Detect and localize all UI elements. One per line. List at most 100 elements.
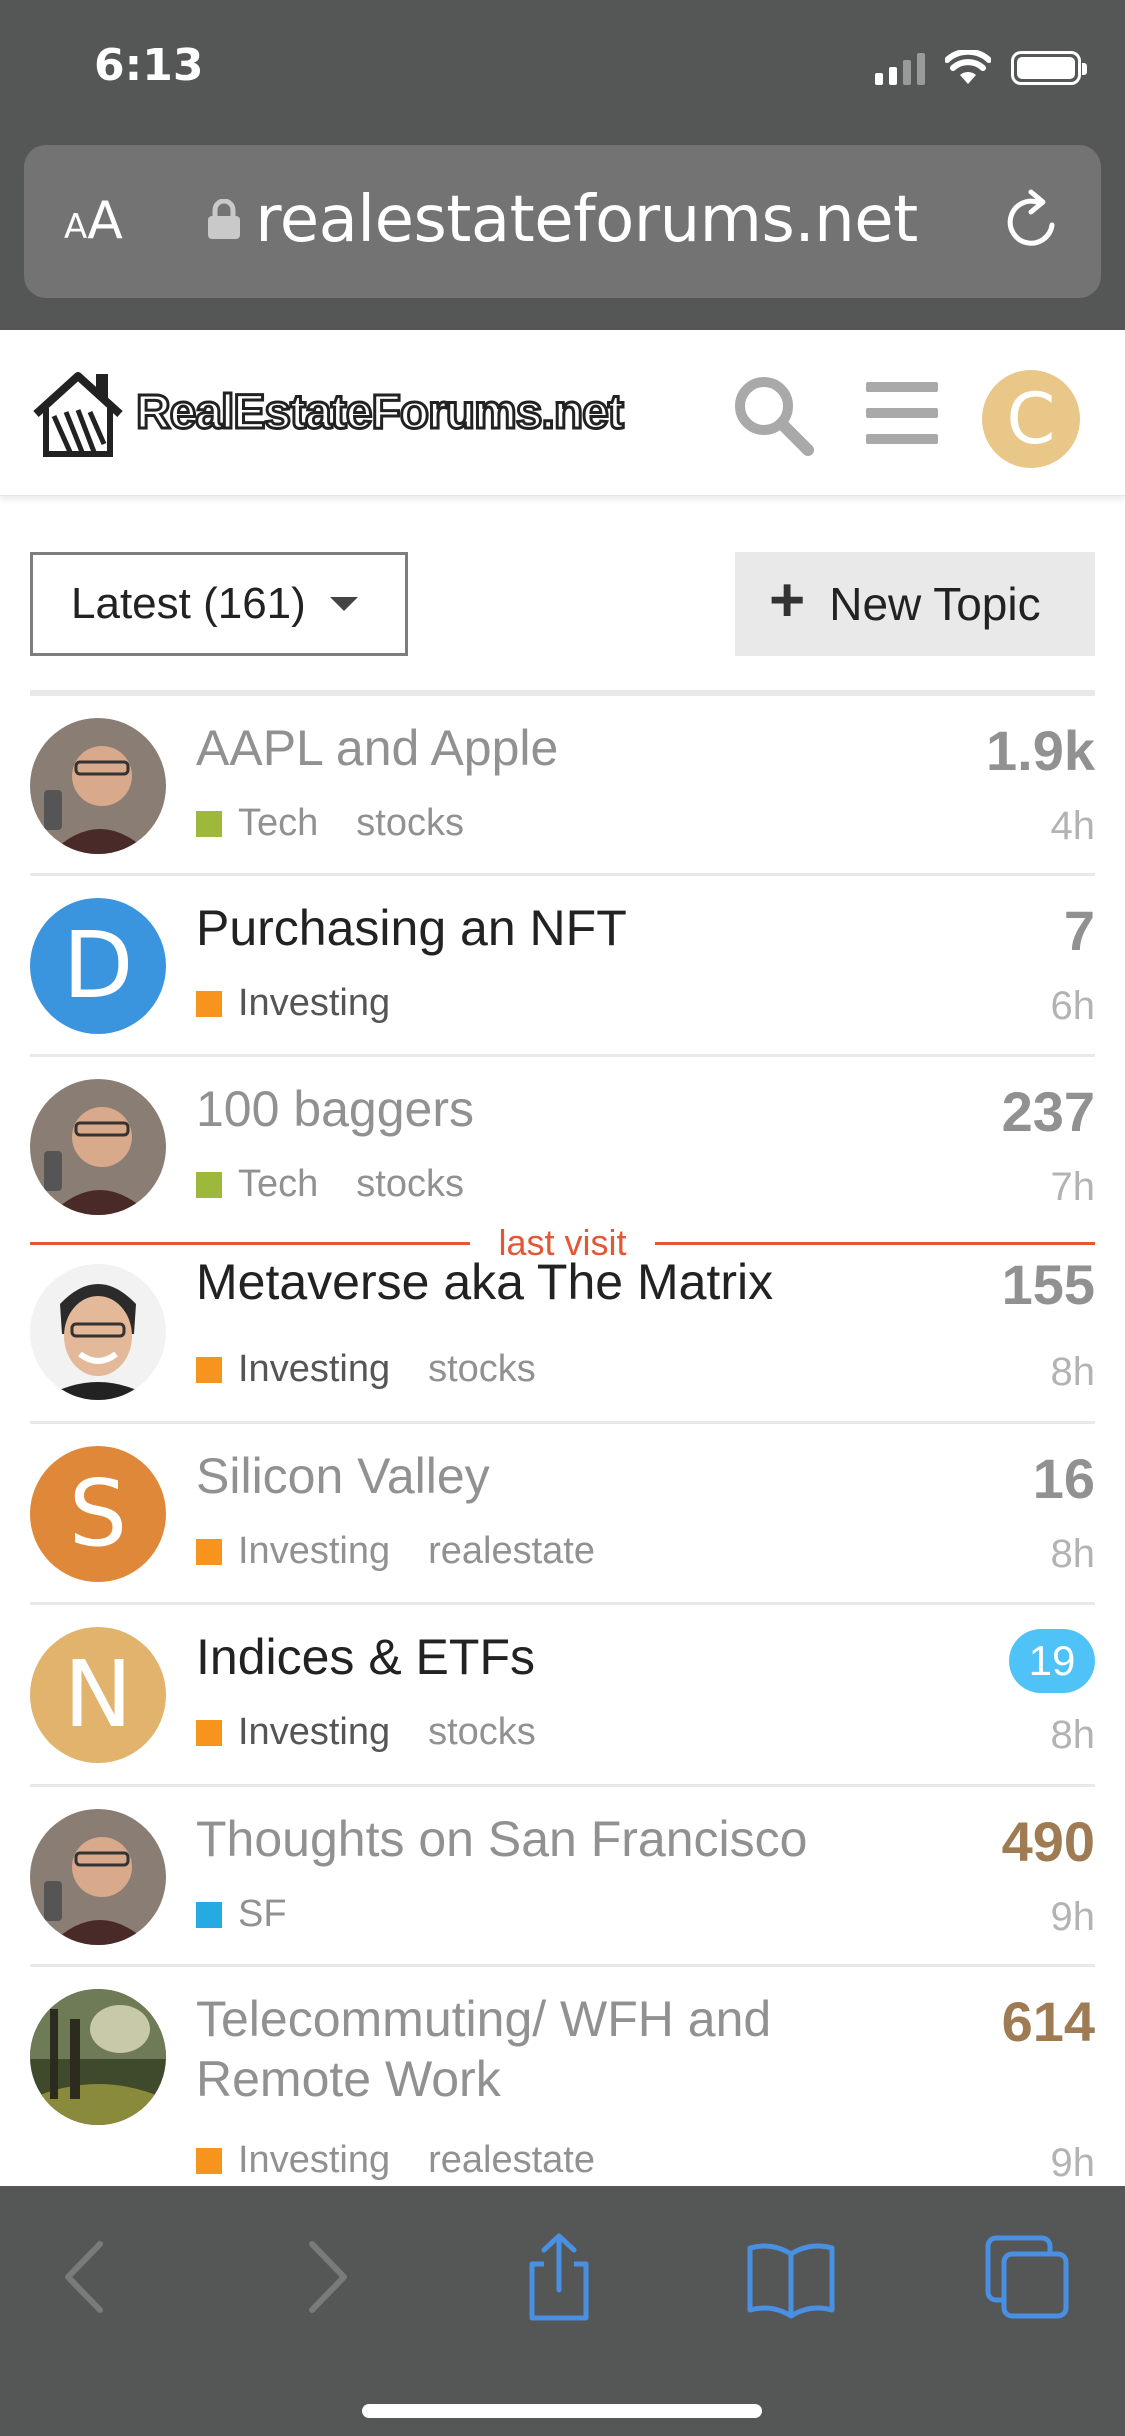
- topic-row[interactable]: D Purchasing an NFT Investing 7 6h: [30, 876, 1095, 1057]
- caret-down-icon: [329, 597, 358, 611]
- topic-title-line-1[interactable]: Telecommuting/ WFH and: [196, 1989, 771, 2049]
- topic-category[interactable]: SF: [238, 1893, 287, 1936]
- activity-age[interactable]: 8h: [1051, 1532, 1096, 1577]
- topic-category[interactable]: Tech: [238, 802, 318, 845]
- avatar[interactable]: D: [30, 898, 166, 1034]
- reply-count[interactable]: 16: [1033, 1446, 1095, 1511]
- bookmarks-icon[interactable]: [746, 2232, 836, 2322]
- topic-tag[interactable]: stocks: [428, 1348, 536, 1391]
- new-topic-button[interactable]: + New Topic: [735, 552, 1095, 656]
- url-field[interactable]: realestateforums.net: [24, 183, 1101, 257]
- topic-row[interactable]: Telecommuting/ WFH and Remote Work Inves…: [30, 1967, 1095, 2197]
- address-bar[interactable]: AA realestateforums.net: [24, 145, 1101, 298]
- topic-row[interactable]: AAPL and Apple Tech stocks 1.9k 4h: [30, 696, 1095, 876]
- avatar[interactable]: N: [30, 1627, 166, 1763]
- status-icons: [875, 48, 1087, 88]
- topic-meta: Tech stocks: [196, 1163, 464, 1206]
- topic-row[interactable]: 100 baggers Tech stocks 237 7h: [30, 1057, 1095, 1237]
- share-icon[interactable]: [514, 2232, 604, 2322]
- latest-filter-label: Latest (161): [71, 579, 306, 628]
- home-indicator[interactable]: [362, 2404, 762, 2418]
- reply-count[interactable]: 237: [1002, 1079, 1095, 1144]
- forward-icon[interactable]: [280, 2232, 370, 2322]
- topic-meta: Investing realestate: [196, 1530, 595, 1573]
- topic-title[interactable]: AAPL and Apple: [196, 718, 558, 778]
- battery-icon: [1011, 51, 1087, 85]
- reply-count[interactable]: 155: [1002, 1252, 1095, 1317]
- avatar[interactable]: S: [30, 1446, 166, 1582]
- topic-tag[interactable]: realestate: [428, 2139, 595, 2182]
- topic-meta: Investing stocks: [196, 1711, 536, 1754]
- back-icon[interactable]: [42, 2232, 132, 2322]
- latest-filter-dropdown[interactable]: Latest (161): [30, 552, 408, 656]
- cellular-signal-icon: [875, 51, 925, 85]
- site-header: RealEstateForums.net C: [0, 330, 1125, 496]
- topic-title[interactable]: 100 baggers: [196, 1079, 474, 1139]
- search-icon[interactable]: [730, 372, 816, 458]
- reply-count[interactable]: 490: [1002, 1809, 1095, 1874]
- topic-title[interactable]: Metaverse aka The Matrix: [196, 1252, 773, 1312]
- category-color-icon: [196, 1719, 222, 1746]
- topic-row[interactable]: S Silicon Valley Investing realestate 16…: [30, 1424, 1095, 1605]
- reply-count[interactable]: 1.9k: [986, 718, 1095, 783]
- topic-title[interactable]: Purchasing an NFT: [196, 898, 627, 958]
- avatar[interactable]: [30, 1809, 166, 1945]
- activity-age[interactable]: 8h: [1051, 1713, 1096, 1758]
- site-logo[interactable]: RealEstateForums.net: [30, 362, 625, 462]
- topic-tag[interactable]: stocks: [356, 802, 464, 845]
- category-color-icon: [196, 810, 222, 837]
- reply-count[interactable]: 7: [1064, 898, 1095, 963]
- topic-meta: Tech stocks: [196, 802, 464, 845]
- topic-category[interactable]: Investing: [238, 2139, 390, 2182]
- topic-category[interactable]: Tech: [238, 1163, 318, 1206]
- browser-toolbar: [0, 2186, 1125, 2436]
- wifi-icon: [945, 50, 991, 84]
- topic-meta: Investing stocks: [196, 1348, 536, 1391]
- house-logo-icon: [33, 372, 123, 457]
- topic-tag[interactable]: stocks: [356, 1163, 464, 1206]
- topic-title[interactable]: Indices & ETFs: [196, 1627, 535, 1687]
- status-time: 6:13: [94, 40, 204, 91]
- topic-category[interactable]: Investing: [238, 1348, 390, 1391]
- topic-row[interactable]: Thoughts on San Francisco SF 490 9h: [30, 1787, 1095, 1967]
- lock-icon: [208, 199, 241, 239]
- category-color-icon: [196, 990, 222, 1017]
- topic-title-line-2[interactable]: Remote Work: [196, 2049, 501, 2109]
- topic-row[interactable]: Metaverse aka The Matrix Investing stock…: [30, 1242, 1095, 1424]
- activity-age[interactable]: 6h: [1051, 984, 1096, 1029]
- topic-tag[interactable]: stocks: [428, 1711, 536, 1754]
- topic-tag[interactable]: realestate: [428, 1530, 595, 1573]
- new-posts-badge[interactable]: 19: [1009, 1629, 1095, 1693]
- activity-age[interactable]: 8h: [1051, 1350, 1096, 1395]
- tabs-icon[interactable]: [982, 2232, 1072, 2322]
- category-color-icon: [196, 1171, 222, 1198]
- user-avatar[interactable]: C: [982, 370, 1080, 468]
- plus-icon: +: [769, 566, 806, 635]
- avatar[interactable]: [30, 1264, 166, 1400]
- category-color-icon: [196, 1538, 222, 1565]
- topic-category[interactable]: Investing: [238, 1711, 390, 1754]
- url-text: realestateforums.net: [255, 183, 918, 257]
- category-color-icon: [196, 1356, 222, 1383]
- topic-category[interactable]: Investing: [238, 1530, 390, 1573]
- reply-count[interactable]: 614: [1002, 1989, 1095, 2054]
- topic-title[interactable]: Thoughts on San Francisco: [196, 1809, 807, 1869]
- avatar[interactable]: [30, 718, 166, 854]
- topic-meta: Investing realestate: [196, 2139, 595, 2182]
- topic-title[interactable]: Silicon Valley: [196, 1446, 490, 1506]
- activity-age[interactable]: 9h: [1051, 1895, 1096, 1940]
- category-color-icon: [196, 1901, 222, 1928]
- activity-age[interactable]: 7h: [1051, 1165, 1096, 1210]
- hamburger-menu-icon[interactable]: [866, 382, 938, 444]
- topic-row[interactable]: N Indices & ETFs Investing stocks 19 8h: [30, 1605, 1095, 1787]
- activity-age[interactable]: 9h: [1051, 2141, 1096, 2186]
- topic-category[interactable]: Investing: [238, 982, 390, 1025]
- reload-icon[interactable]: [997, 187, 1067, 257]
- avatar[interactable]: [30, 1079, 166, 1215]
- browser-top-chrome: 6:13 AA realestateforums.net: [0, 0, 1125, 330]
- topic-meta: Investing: [196, 982, 390, 1025]
- topic-meta: SF: [196, 1893, 287, 1936]
- activity-age[interactable]: 4h: [1051, 804, 1096, 849]
- category-color-icon: [196, 2147, 222, 2174]
- avatar[interactable]: [30, 1989, 166, 2125]
